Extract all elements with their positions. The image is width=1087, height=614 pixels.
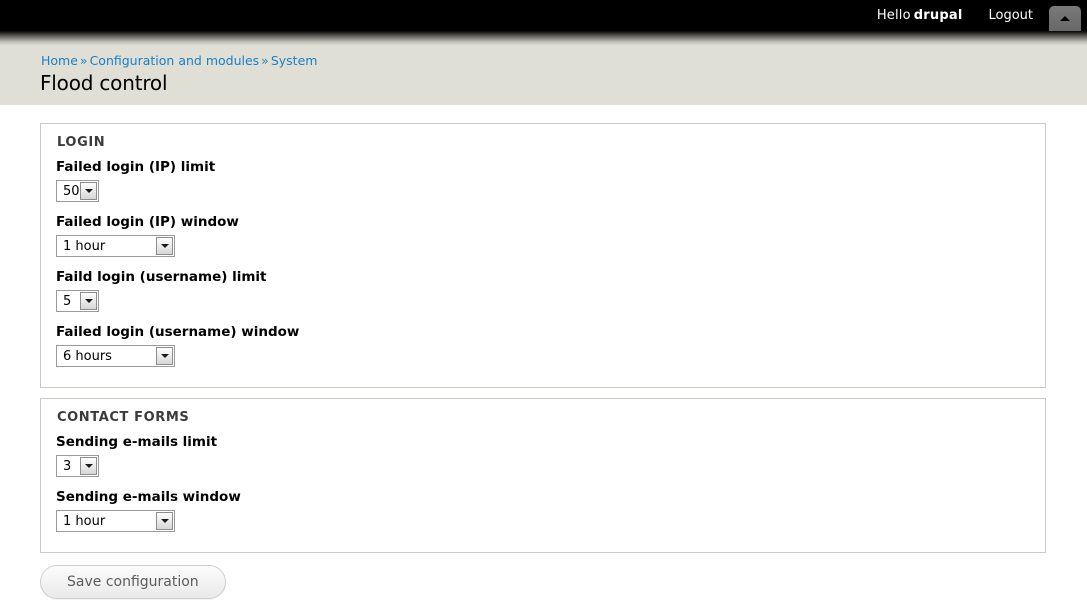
select-failed-login-username-limit[interactable]: 5 xyxy=(56,290,99,312)
select-failed-login-ip-limit[interactable]: 50 xyxy=(56,180,99,202)
label-failed-login-username-limit: Faild login (username) limit xyxy=(56,269,267,285)
admin-toolbar: Hello drupal Logout xyxy=(0,0,1087,32)
greeting-text: Hello xyxy=(876,8,911,23)
fieldset-contact-forms: CONTACT FORMS Sending e-mails limit 3 Se… xyxy=(40,398,1046,553)
chevron-down-icon[interactable] xyxy=(156,512,173,530)
label-failed-login-ip-limit: Failed login (IP) limit xyxy=(56,159,216,175)
toolbar-shadow xyxy=(0,31,1087,45)
page-title: Flood control xyxy=(40,71,168,95)
toolbar-greeting: Hello drupal xyxy=(877,8,963,23)
fieldset-login-legend: LOGIN xyxy=(57,135,106,150)
select-sending-emails-limit[interactable]: 3 xyxy=(56,455,99,477)
select-failed-login-ip-window[interactable]: 1 hour xyxy=(56,235,175,257)
breadcrumb-item-system[interactable]: System xyxy=(271,53,318,68)
select-failed-login-username-window[interactable]: 6 hours xyxy=(56,345,175,367)
select-value: 50 xyxy=(63,184,80,199)
form-item-failed-login-ip-limit: Failed login (IP) limit 50 xyxy=(56,159,215,206)
form-item-sending-emails-limit: Sending e-mails limit 3 xyxy=(56,434,217,481)
form-item-sending-emails-window: Sending e-mails window 1 hour xyxy=(56,489,241,536)
toolbar-collapse-button[interactable] xyxy=(1049,5,1081,32)
form-item-failed-login-username-window: Failed login (username) window 6 hours xyxy=(56,324,299,371)
select-value: 3 xyxy=(63,459,72,474)
chevron-down-icon[interactable] xyxy=(80,182,97,200)
fieldset-contact-forms-legend: CONTACT FORMS xyxy=(57,410,190,425)
select-value: 6 hours xyxy=(63,349,112,364)
chevron-down-icon[interactable] xyxy=(156,237,173,255)
label-sending-emails-window: Sending e-mails window xyxy=(56,489,241,505)
breadcrumb-separator: » xyxy=(261,53,269,68)
breadcrumb: Home» Configuration and modules» System xyxy=(41,53,317,68)
label-failed-login-username-window: Failed login (username) window xyxy=(56,324,300,340)
page-header: Home» Configuration and modules» System Fl… xyxy=(0,45,1087,105)
select-value: 5 xyxy=(63,294,72,309)
breadcrumb-item-home[interactable]: Home xyxy=(41,53,78,68)
select-value: 1 hour xyxy=(63,239,106,254)
save-configuration-button[interactable]: Save configuration xyxy=(40,565,226,599)
fieldset-login: LOGIN Failed login (IP) limit 50 Failed … xyxy=(40,123,1046,388)
logout-link[interactable]: Logout xyxy=(988,8,1033,23)
chevron-down-icon[interactable] xyxy=(80,457,97,475)
form-actions: Save configuration xyxy=(40,565,226,599)
select-sending-emails-window[interactable]: 1 hour xyxy=(56,510,175,532)
breadcrumb-separator: » xyxy=(79,53,88,68)
chevron-down-icon[interactable] xyxy=(80,292,97,310)
select-value: 1 hour xyxy=(63,514,106,529)
username-text: drupal xyxy=(913,8,963,23)
breadcrumb-item-configuration[interactable]: Configuration and modules xyxy=(90,53,260,68)
label-sending-emails-limit: Sending e-mails limit xyxy=(56,434,218,450)
label-failed-login-ip-window: Failed login (IP) window xyxy=(56,214,239,230)
chevron-up-icon xyxy=(1060,16,1070,21)
chevron-down-icon[interactable] xyxy=(156,347,173,365)
form-item-failed-login-ip-window: Failed login (IP) window 1 hour xyxy=(56,214,239,261)
form-item-failed-login-username-limit: Faild login (username) limit 5 xyxy=(56,269,267,316)
